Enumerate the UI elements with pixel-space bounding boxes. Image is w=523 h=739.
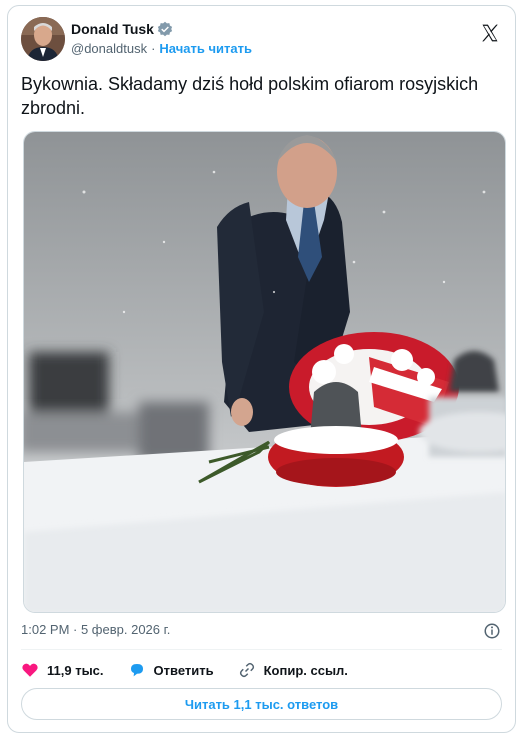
copy-link-button[interactable]: Копир. ссыл. bbox=[238, 661, 348, 679]
tweet-photo[interactable] bbox=[23, 131, 506, 613]
tweet-card: Donald Tusk @donaldtusk · Начать читать … bbox=[7, 5, 516, 733]
handle[interactable]: @donaldtusk bbox=[71, 41, 147, 56]
heart-icon bbox=[22, 663, 38, 677]
display-name[interactable]: Donald Tusk bbox=[71, 21, 154, 37]
verified-badge-icon bbox=[157, 21, 173, 37]
x-logo-icon[interactable] bbox=[480, 23, 500, 43]
divider bbox=[21, 649, 502, 650]
read-replies-button[interactable]: Читать 1,1 тыс. ответов bbox=[21, 688, 502, 720]
avatar[interactable] bbox=[21, 17, 65, 61]
tweet-text: Bykownia. Składamy dziś hołd polskim ofi… bbox=[21, 74, 479, 118]
copy-link-label: Копир. ссыл. bbox=[263, 662, 348, 678]
reply-label: Ответить bbox=[153, 662, 214, 678]
like-button[interactable]: 11,9 тыс. bbox=[21, 661, 104, 679]
like-count: 11,9 тыс. bbox=[47, 662, 104, 678]
tweet-timestamp[interactable]: 1:02 PM · 5 февр. 2026 г. bbox=[21, 622, 170, 637]
tweet-header: Donald Tusk @donaldtusk · Начать читать bbox=[21, 17, 502, 63]
handle-separator: · bbox=[151, 41, 156, 56]
info-icon[interactable] bbox=[483, 622, 501, 640]
reply-icon bbox=[130, 664, 143, 677]
action-bar: 11,9 тыс. Ответить Копир. ссыл. bbox=[21, 657, 372, 683]
reply-button[interactable]: Ответить bbox=[128, 661, 214, 679]
link-icon bbox=[239, 662, 254, 678]
follow-button[interactable]: Начать читать bbox=[159, 41, 252, 56]
